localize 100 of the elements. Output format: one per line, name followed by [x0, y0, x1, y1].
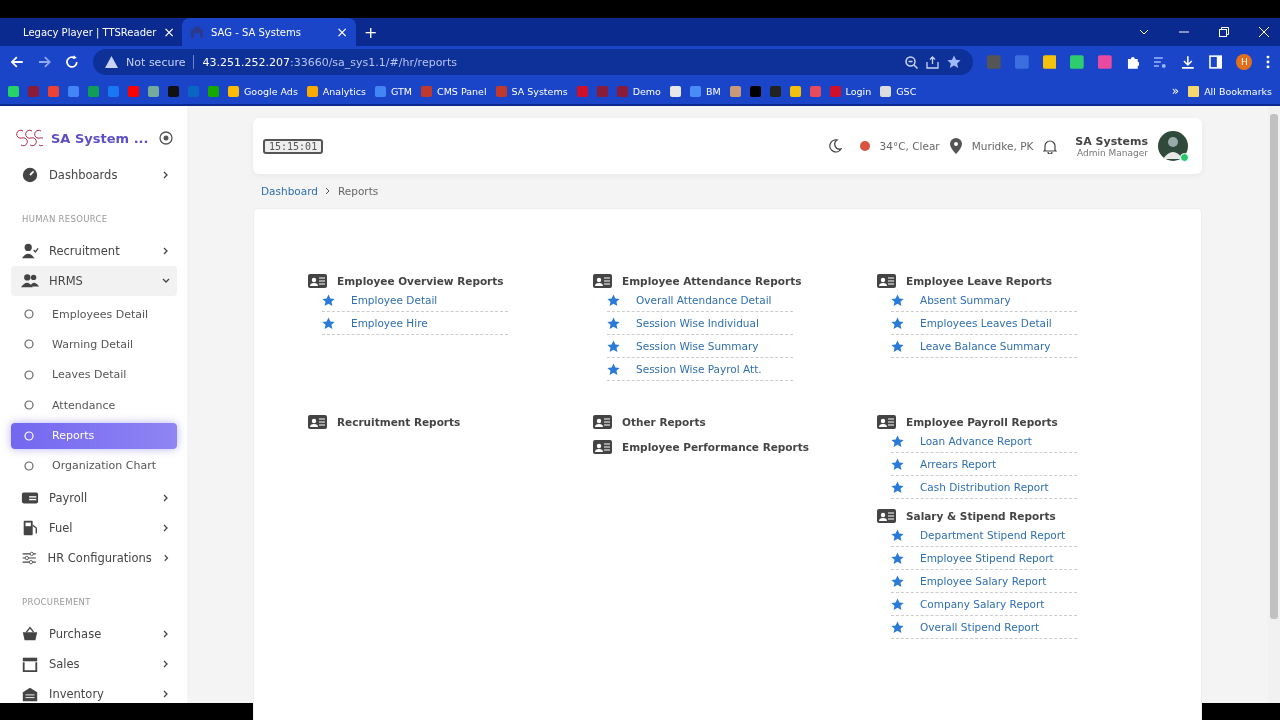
weather-text: 34°C, Clear: [879, 140, 940, 152]
back-icon[interactable]: [10, 55, 24, 69]
menu-item[interactable]: Recruitment: [11, 236, 177, 266]
brand-name: SA System ...: [51, 130, 150, 146]
bookmark[interactable]: All Bookmarks: [1188, 85, 1272, 97]
report-link[interactable]: Department Stipend Report: [920, 529, 1066, 541]
menu-item[interactable]: Purchase: [11, 619, 177, 650]
circle-icon: [24, 460, 34, 471]
menu-item[interactable]: Inventory: [11, 679, 177, 703]
circle-icon: [24, 339, 34, 350]
tab-title: Legacy Player | TTSReader: [23, 26, 157, 38]
new-tab-button[interactable]: +: [364, 22, 378, 42]
target-icon[interactable]: [159, 131, 173, 145]
report-link[interactable]: Overall Attendance Detail: [636, 294, 772, 306]
menu-item[interactable]: Sales: [11, 649, 177, 680]
scrollbar[interactable]: [1268, 106, 1280, 703]
address-field[interactable]: Not secure 43.251.252.207:33660/sa_sys1.1/#/hr/reports: [93, 49, 974, 75]
bookmark[interactable]: Login: [829, 85, 872, 97]
star-icon: [607, 339, 620, 353]
side-panel-icon[interactable]: [1208, 55, 1223, 69]
user-name: SA Systems: [1075, 134, 1148, 148]
extension-icon[interactable]: [1070, 55, 1084, 69]
circle-icon: [24, 400, 34, 411]
star-icon[interactable]: [947, 55, 962, 69]
report-link[interactable]: Session Wise Individual: [636, 317, 759, 329]
restore-icon[interactable]: [1218, 26, 1230, 38]
browser-tab[interactable]: SAG - SA Systems ×: [182, 18, 356, 46]
report-link[interactable]: Employee Salary Report: [920, 575, 1047, 587]
bookmark-icon[interactable]: [789, 85, 801, 97]
submenu-item[interactable]: Attendance: [11, 392, 177, 419]
logo-icon: [15, 128, 43, 148]
bookmark[interactable]: BM: [689, 85, 721, 97]
bookmark-icon[interactable]: [669, 85, 681, 97]
report-link[interactable]: Employee Hire: [351, 317, 428, 329]
close-tab-button[interactable]: ×: [163, 24, 175, 40]
extension-icon[interactable]: [1042, 55, 1057, 69]
forward-icon[interactable]: [37, 55, 52, 69]
bookmark-icon[interactable]: [8, 85, 19, 97]
menu-item[interactable]: Payroll: [11, 483, 177, 514]
browser-tab[interactable]: Legacy Player | TTSReader ×: [8, 18, 182, 46]
report-link[interactable]: Employee Detail: [351, 294, 438, 306]
bookmark[interactable]: Analytics: [306, 85, 366, 97]
user-role: Admin Manager: [1077, 147, 1148, 158]
menu-item[interactable]: HR Configurations: [11, 543, 177, 574]
scrollbar-thumb[interactable]: [1270, 114, 1278, 619]
menu-item[interactable]: HRMS: [11, 266, 177, 296]
submenu-item[interactable]: Leaves Detail: [11, 361, 177, 388]
share-icon[interactable]: [926, 55, 940, 69]
bookmark[interactable]: Google Ads: [228, 85, 298, 97]
user-avatar[interactable]: [1158, 131, 1188, 161]
puzzle-icon[interactable]: [1125, 55, 1140, 69]
close-icon[interactable]: [1258, 26, 1270, 38]
moon-icon[interactable]: [827, 139, 842, 153]
zoom-out-icon[interactable]: [905, 55, 919, 69]
bookmark[interactable]: SA Systems: [495, 85, 568, 97]
report-link[interactable]: Cash Distribution Report: [920, 481, 1049, 493]
playlist-icon[interactable]: [1153, 55, 1168, 69]
report-link[interactable]: Session Wise Summary: [636, 340, 759, 352]
menu-item[interactable]: Fuel: [11, 513, 177, 544]
submenu-item[interactable]: Organization Chart: [11, 452, 177, 479]
report-group-title: Recruitment Reports: [337, 416, 461, 428]
report-link[interactable]: Overall Stipend Report: [920, 621, 1040, 633]
url-text: 43.251.252.207:33660/sa_sys1.1/#/hr/reports: [202, 55, 457, 69]
report-link[interactable]: Session Wise Payrol Att.: [636, 363, 762, 375]
menu-item[interactable]: Dashboards: [11, 160, 177, 190]
reload-icon[interactable]: [65, 55, 80, 69]
bookmark-icon[interactable]: [148, 85, 159, 97]
bookmark-icon[interactable]: [749, 85, 761, 97]
star-icon: [891, 528, 904, 542]
report-link[interactable]: Employee Stipend Report: [920, 552, 1054, 564]
id-card-icon: [877, 415, 896, 429]
bell-icon[interactable]: [1043, 138, 1058, 154]
bookmark[interactable]: GSC: [880, 85, 917, 97]
star-icon: [322, 316, 335, 330]
bookmark[interactable]: GTM: [375, 85, 412, 97]
report-link[interactable]: Employees Leaves Detail: [920, 317, 1052, 329]
bookmark-icon[interactable]: [729, 85, 741, 97]
weather-dot-icon: [859, 141, 870, 151]
submenu-item[interactable]: Employees Detail: [11, 301, 177, 327]
report-group-title: Employee Leave Reports: [906, 275, 1053, 287]
star-icon: [891, 480, 904, 494]
close-tab-button[interactable]: ×: [336, 24, 348, 40]
more-bookmarks-button[interactable]: »: [1171, 84, 1180, 98]
submenu-item[interactable]: Warning Detail: [11, 331, 177, 358]
download-icon[interactable]: [1181, 55, 1195, 69]
id-card-icon: [877, 509, 896, 523]
more-icon[interactable]: [1266, 55, 1270, 69]
bookmark[interactable]: Demo: [616, 85, 661, 97]
report-link[interactable]: Loan Advance Report: [920, 435, 1032, 447]
extension-icon[interactable]: [1097, 55, 1112, 69]
circle-icon: [24, 369, 34, 380]
breadcrumb-link[interactable]: Dashboard: [261, 185, 318, 197]
bookmark[interactable]: CMS Panel: [421, 85, 487, 97]
report-link[interactable]: Leave Balance Summary: [920, 340, 1051, 352]
report-link[interactable]: Company Salary Report: [920, 598, 1045, 610]
submenu-item[interactable]: Reports: [11, 422, 177, 449]
id-card-icon: [593, 415, 612, 429]
report-link[interactable]: Arrears Report: [920, 458, 997, 470]
report-link[interactable]: Absent Summary: [920, 294, 1011, 306]
gauge-icon: [21, 166, 39, 184]
